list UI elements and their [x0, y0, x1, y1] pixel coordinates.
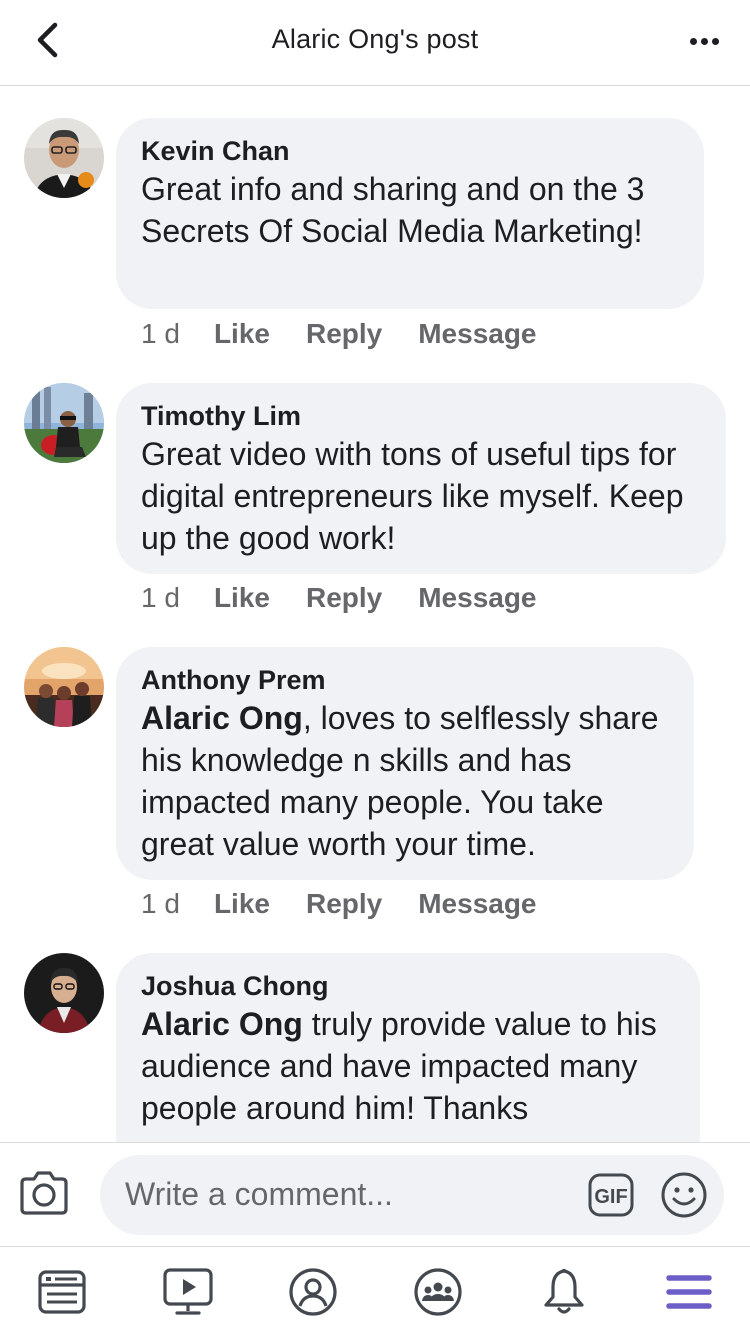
message-button[interactable]: Message: [418, 582, 536, 614]
comment-text: Great info and sharing and on the 3 Secr…: [141, 168, 679, 252]
more-icon: [689, 37, 697, 45]
comment-time: 1 d: [141, 318, 180, 349]
comment-actions: 1 d Like Reply Message: [141, 314, 573, 354]
reply-button[interactable]: Reply: [306, 318, 382, 350]
top-bar: Alaric Ong's post: [0, 0, 750, 86]
comment-time: 1 d: [141, 582, 180, 613]
avatar[interactable]: [24, 383, 104, 463]
message-button[interactable]: Message: [418, 318, 536, 350]
like-button[interactable]: Like: [214, 582, 270, 614]
comment-actions: 1 d Like Reply Message: [141, 884, 573, 924]
nav-watch[interactable]: [160, 1265, 216, 1319]
comment-text: Alaric Ong truly provide value to his au…: [141, 1003, 675, 1129]
more-icon-dot: [700, 37, 708, 45]
groups-icon: [414, 1268, 462, 1316]
gif-icon: GIF: [588, 1173, 634, 1217]
comment-input[interactable]: Write a comment... GIF: [100, 1155, 724, 1235]
mention-link[interactable]: Alaric Ong: [141, 700, 303, 736]
nav-notifications[interactable]: [536, 1265, 592, 1319]
comment-author[interactable]: Anthony Prem: [141, 663, 669, 697]
menu-icon: [666, 1275, 712, 1309]
avatar[interactable]: [24, 647, 104, 727]
like-button[interactable]: Like: [214, 318, 270, 350]
reply-button[interactable]: Reply: [306, 582, 382, 614]
smiley-icon: [661, 1172, 707, 1218]
watch-icon: [163, 1268, 213, 1315]
avatar[interactable]: [24, 118, 104, 198]
gif-label: GIF: [594, 1186, 627, 1208]
like-button[interactable]: Like: [214, 888, 270, 920]
comment-composer: Write a comment... GIF: [0, 1142, 750, 1246]
notifications-icon: [544, 1269, 584, 1314]
comment-author[interactable]: Joshua Chong: [141, 969, 675, 1003]
avatar[interactable]: [24, 953, 104, 1033]
more-icon-dot: [711, 37, 719, 45]
nav-groups[interactable]: [410, 1265, 466, 1319]
comment-text: Alaric Ong, loves to selflessly share hi…: [141, 697, 669, 865]
reply-button[interactable]: Reply: [306, 888, 382, 920]
comment-text-body: Great video with tons of useful tips for…: [141, 436, 684, 556]
nav-profile[interactable]: [285, 1265, 341, 1319]
camera-button[interactable]: [18, 1169, 70, 1219]
profile-icon: [289, 1268, 337, 1316]
bottom-navigation: [0, 1246, 750, 1334]
page-title: Alaric Ong's post: [271, 24, 479, 54]
comment-bubble[interactable]: Timothy Lim Great video with tons of use…: [116, 383, 726, 574]
camera-icon: [20, 1171, 68, 1215]
gif-button[interactable]: GIF: [587, 1172, 635, 1218]
comment-bubble[interactable]: Kevin Chan Great info and sharing and on…: [116, 118, 704, 309]
nav-news-feed[interactable]: [34, 1265, 90, 1319]
comment-author[interactable]: Kevin Chan: [141, 134, 679, 168]
comment-author[interactable]: Timothy Lim: [141, 399, 701, 433]
comment-text-body: Great info and sharing and on the 3 Secr…: [141, 171, 645, 249]
comment-actions: 1 d Like Reply Message: [141, 578, 573, 618]
more-options-button[interactable]: [682, 24, 726, 58]
nav-menu[interactable]: [661, 1265, 717, 1319]
comment-placeholder: Write a comment...: [125, 1176, 393, 1212]
message-button[interactable]: Message: [418, 888, 536, 920]
comment-text: Great video with tons of useful tips for…: [141, 433, 701, 559]
comment-bubble[interactable]: Joshua Chong Alaric Ong truly provide va…: [116, 953, 700, 1142]
comments-list[interactable]: Kevin Chan Great info and sharing and on…: [0, 86, 750, 1142]
news-feed-icon: [38, 1270, 86, 1314]
comment-bubble[interactable]: Anthony Prem Alaric Ong, loves to selfle…: [116, 647, 694, 880]
comment-time: 1 d: [141, 888, 180, 919]
mention-link[interactable]: Alaric Ong: [141, 1006, 303, 1042]
emoji-button[interactable]: [660, 1171, 708, 1219]
